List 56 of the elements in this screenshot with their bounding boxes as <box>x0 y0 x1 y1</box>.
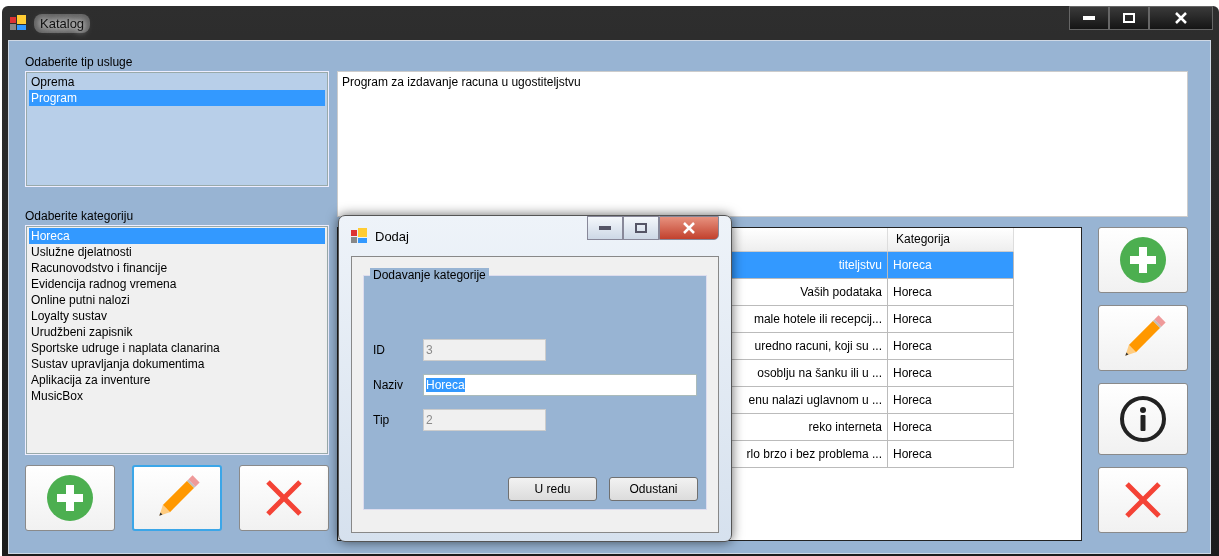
edit-button[interactable] <box>132 465 222 531</box>
group-title: Dodavanje kategorije <box>370 268 489 282</box>
table-cell: Horeca <box>888 306 1014 333</box>
delete-button[interactable] <box>1098 467 1188 533</box>
table-cell: Horeca <box>888 387 1014 414</box>
close-icon <box>264 478 304 518</box>
list-item[interactable]: Aplikacija za inventure <box>29 372 325 388</box>
edit-button[interactable] <box>1098 305 1188 371</box>
delete-button[interactable] <box>239 465 329 531</box>
close-icon <box>1175 12 1187 24</box>
field-label: ID <box>372 343 386 357</box>
maximize-icon <box>635 223 647 233</box>
service-type-label: Odaberite tip usluge <box>25 54 134 71</box>
table-cell: Horeca <box>888 279 1014 306</box>
list-item[interactable]: Racunovodstvo i financije <box>29 260 325 276</box>
dialog-title: Dodaj <box>375 228 409 244</box>
dialog-button[interactable]: U redu <box>508 477 597 501</box>
table-cell: Horeca <box>888 333 1014 360</box>
category-list[interactable] <box>25 225 329 455</box>
app-icon <box>351 228 367 244</box>
list-item[interactable]: Urudžbeni zapisnik <box>29 324 325 340</box>
maximize-icon <box>1123 13 1135 23</box>
maximize-button[interactable] <box>1109 6 1149 30</box>
list-item[interactable]: Uslužne djelatnosti <box>29 244 325 260</box>
table-cell: Horeca <box>888 441 1014 468</box>
description-field[interactable]: Program za izdavanje racuna u ugostiteljstvu <box>337 71 1188 217</box>
category-label: Odaberite kategoriju <box>25 208 135 225</box>
plus-circle-icon <box>1119 236 1167 284</box>
list-item[interactable]: Sportske udruge i naplata clanarina <box>29 340 325 356</box>
table-cell: Horeca <box>888 252 1014 279</box>
column-header[interactable]: Kategorija <box>888 228 1014 252</box>
close-icon <box>683 222 695 234</box>
plus-circle-icon <box>46 474 94 522</box>
field-label: Tip <box>372 413 391 427</box>
list-item[interactable]: Evidencija radnog vremena <box>29 276 325 292</box>
minimize-icon <box>599 226 611 230</box>
add-button[interactable] <box>1098 227 1188 293</box>
list-item[interactable]: Loyalty sustav <box>29 308 325 324</box>
close-button[interactable] <box>1149 6 1213 30</box>
minimize-icon <box>1083 16 1095 20</box>
list-item[interactable]: MusicBox <box>29 388 325 404</box>
list-item[interactable]: Sustav upravljanja dokumentima <box>29 356 325 372</box>
info-icon <box>1119 395 1167 443</box>
minimize-button[interactable] <box>587 216 623 240</box>
list-item[interactable]: Oprema <box>29 74 325 90</box>
maximize-button[interactable] <box>623 216 659 240</box>
table-cell: Horeca <box>888 414 1014 441</box>
dialog-button[interactable]: Odustani <box>609 477 698 501</box>
add-button[interactable] <box>25 465 115 531</box>
app-icon <box>10 15 26 31</box>
table-cell: Horeca <box>888 360 1014 387</box>
list-item[interactable]: Online putni nalozi <box>29 292 325 308</box>
minimize-button[interactable] <box>1069 6 1109 30</box>
info-button[interactable] <box>1098 383 1188 455</box>
close-icon <box>1123 480 1163 520</box>
service-type-list[interactable]: Oprema Program <box>25 71 329 187</box>
